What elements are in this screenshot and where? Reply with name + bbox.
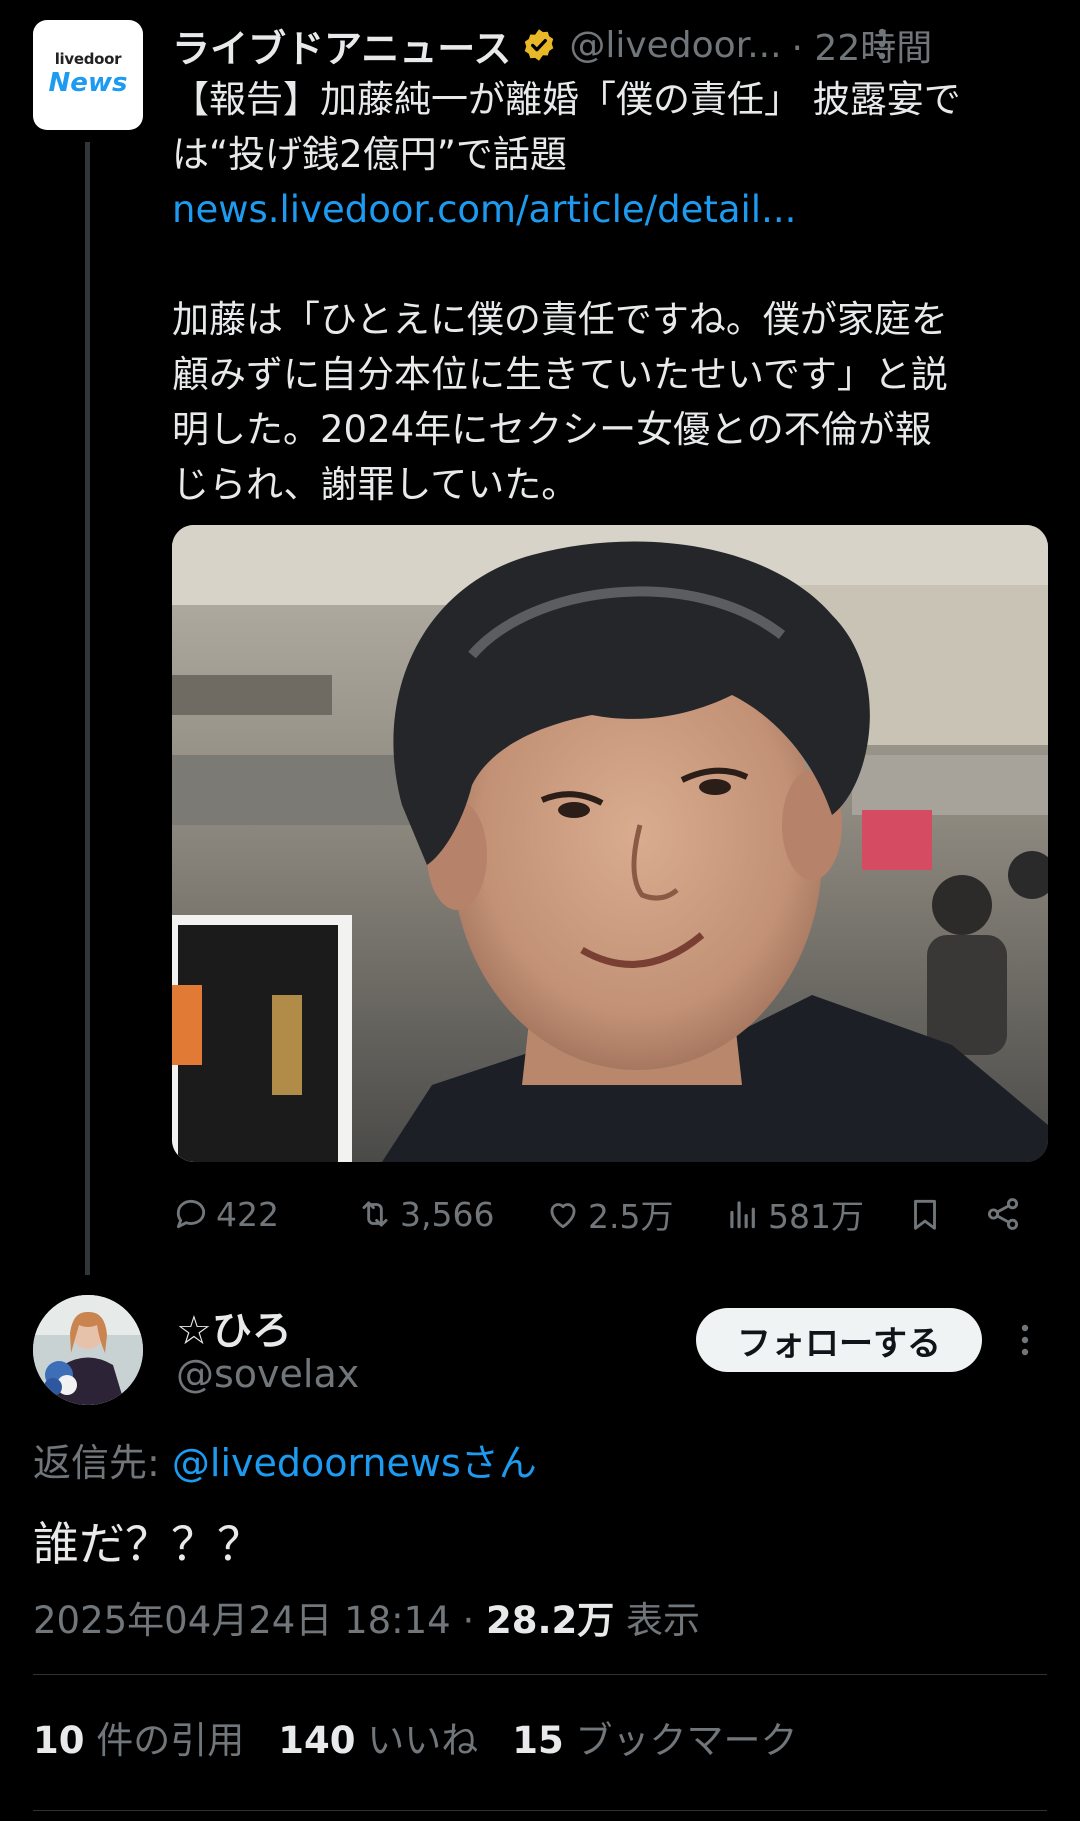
- reply-author-handle[interactable]: @sovelax: [176, 1352, 359, 1396]
- likes-stat[interactable]: 140 いいね: [278, 1719, 478, 1762]
- retweet-count: 3,566: [400, 1194, 495, 1234]
- parent-tweet-text: 【報告】加藤純一が離婚「僕の責任」 披露宴で は“投げ銭2億円”で話題 news…: [172, 72, 1052, 512]
- quotes-stat[interactable]: 10 件の引用: [33, 1719, 244, 1762]
- verified-badge-icon: [525, 29, 554, 61]
- reply-views-label: 表示: [614, 1599, 701, 1642]
- author-handle[interactable]: @livedoor...: [569, 25, 781, 66]
- bookmark-action[interactable]: [906, 1186, 950, 1242]
- reply-meta: 2025年04月24日 18:14 · 28.2万 表示: [33, 1590, 700, 1644]
- tweet-time[interactable]: · 22時間: [792, 19, 933, 71]
- article-link[interactable]: news.livedoor.com/article/detail...: [172, 182, 1052, 237]
- more-options-icon[interactable]: [1015, 1320, 1035, 1360]
- reply-action[interactable]: 422: [172, 1186, 279, 1242]
- bookmarks-count: 15: [512, 1719, 564, 1762]
- tweet-text-line: 加藤は「ひとえに僕の責任ですね。僕が家庭を: [172, 298, 948, 341]
- likes-label: いいね: [355, 1719, 479, 1762]
- livedoor-news-avatar[interactable]: livedoor News: [33, 20, 143, 130]
- reply-stats: 10 件の引用 140 いいね 15 ブックマーク: [33, 1710, 798, 1764]
- tweet-text-line: じられ、謝罪していた。: [172, 463, 579, 506]
- reply-icon: [176, 1199, 206, 1229]
- bookmarks-label: ブックマーク: [563, 1719, 798, 1762]
- reply-text: 誰だ？？？: [33, 1517, 263, 1571]
- avatar-image: [33, 1295, 143, 1405]
- bookmarks-stat[interactable]: 15 ブックマーク: [512, 1719, 797, 1762]
- thread-connector-line: [85, 142, 90, 1275]
- quotes-count: 10: [33, 1719, 85, 1762]
- divider: [33, 1674, 1047, 1675]
- replying-to-label: 返信先:: [33, 1441, 172, 1485]
- reply-author-avatar[interactable]: [33, 1295, 143, 1405]
- views-count: 581万: [768, 1197, 864, 1236]
- avatar-logo-top: livedoor: [54, 50, 122, 68]
- tweet-text-line: 顧みずに自分本位に生きていたせいです」と説: [172, 353, 948, 396]
- more-options-icon[interactable]: [872, 24, 892, 64]
- author-display-name[interactable]: ライブドアニュース: [172, 18, 511, 73]
- replying-to-mention[interactable]: @livedoornewsさん: [172, 1441, 537, 1485]
- portrait-photo-image: [172, 525, 1048, 1162]
- views-chart-icon: [730, 1201, 755, 1229]
- like-action[interactable]: 2.5万: [544, 1186, 673, 1242]
- reply-author-display-name[interactable]: ☆ひろ: [176, 1298, 292, 1356]
- tweet-text-line: 【報告】加藤純一が離婚「僕の責任」 披露宴で: [172, 78, 961, 121]
- tweet-text-line: は“投げ銭2億円”で話題: [172, 133, 567, 176]
- tweet-action-bar: 422 3,566 2.5万 581万: [172, 1186, 1052, 1242]
- divider: [33, 1810, 1047, 1811]
- tweet-text-line: 明した。2024年にセクシー女優との不倫が報: [172, 408, 932, 451]
- avatar-logo-bottom: News: [48, 68, 128, 98]
- retweet-icon: [362, 1201, 388, 1227]
- replying-to: 返信先: @livedoornewsさん: [33, 1432, 537, 1487]
- tweet-photo[interactable]: [172, 525, 1048, 1162]
- heart-icon: [550, 1203, 576, 1229]
- quotes-label: 件の引用: [84, 1719, 245, 1762]
- share-icon: [987, 1198, 1019, 1230]
- retweet-action[interactable]: 3,566: [356, 1186, 494, 1242]
- follow-button[interactable]: フォローする: [696, 1308, 982, 1372]
- reply-count: 422: [216, 1194, 279, 1234]
- reply-timestamp[interactable]: 2025年04月24日 18:14 ·: [33, 1599, 486, 1642]
- share-action[interactable]: [984, 1186, 1028, 1242]
- reply-views-count: 28.2万: [486, 1599, 615, 1642]
- bookmark-icon: [914, 1199, 936, 1230]
- views-action[interactable]: 581万: [724, 1186, 864, 1242]
- likes-count: 140: [278, 1719, 356, 1762]
- parent-tweet-header: ライブドアニュース @livedoor... · 22時間: [172, 18, 933, 73]
- like-count: 2.5万: [588, 1197, 674, 1236]
